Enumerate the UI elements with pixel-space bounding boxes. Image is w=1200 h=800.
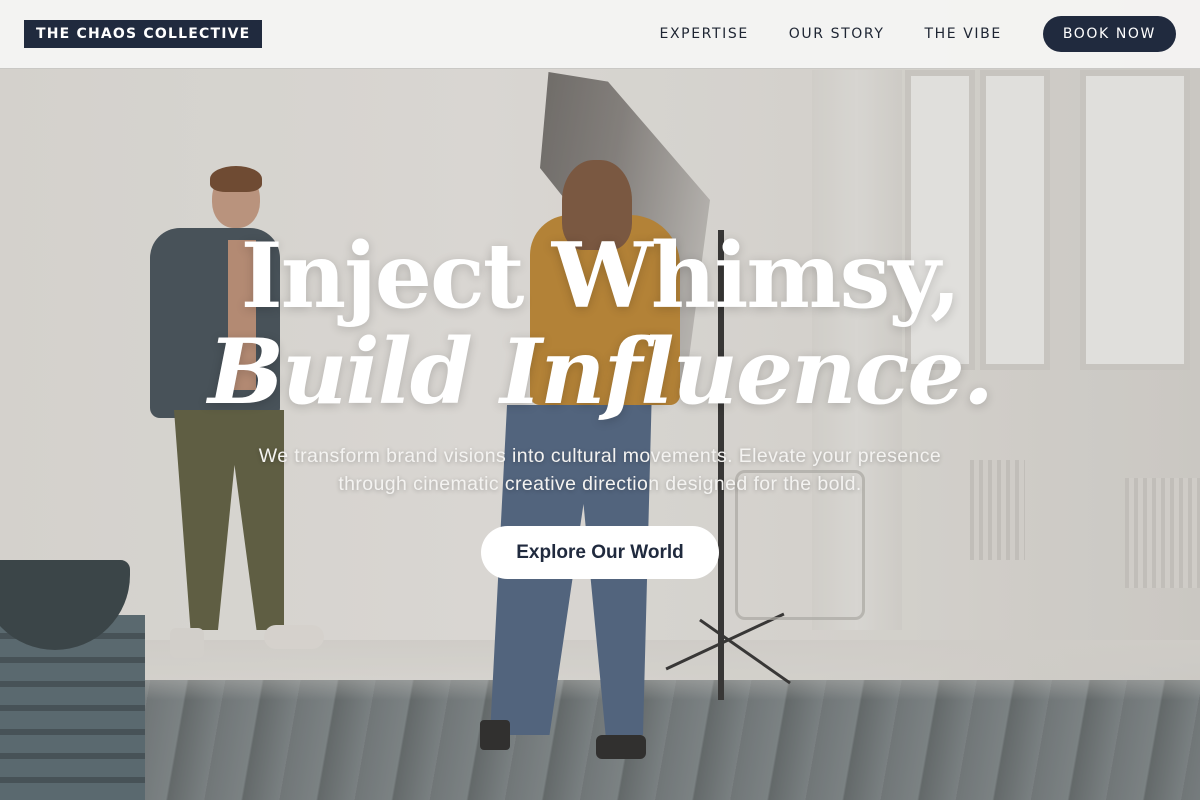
brand-logo[interactable]: THE CHAOS COLLECTIVE xyxy=(24,20,263,48)
hero-subtitle: We transform brand visions into cultural… xyxy=(258,445,942,495)
explore-our-world-button[interactable]: Explore Our World xyxy=(481,526,719,579)
hero-headline: Inject Whimsy, Build Influence. xyxy=(0,228,1200,420)
headline-line-2: Build Influence. xyxy=(207,319,994,425)
nav-link-our-story[interactable]: OUR STORY xyxy=(789,26,885,42)
nav-link-the-vibe[interactable]: THE VIBE xyxy=(924,26,1001,42)
nav-link-expertise[interactable]: EXPERTISE xyxy=(660,26,749,42)
book-now-button[interactable]: BOOK NOW xyxy=(1042,16,1176,52)
main-nav: EXPERTISE OUR STORY THE VIBE BOOK NOW xyxy=(660,16,1176,52)
top-navbar: THE CHAOS COLLECTIVE EXPERTISE OUR STORY… xyxy=(0,0,1200,69)
hero-section: Inject Whimsy, Build Influence. We trans… xyxy=(0,228,1200,579)
headline-line-1: Inject Whimsy, xyxy=(240,223,962,329)
